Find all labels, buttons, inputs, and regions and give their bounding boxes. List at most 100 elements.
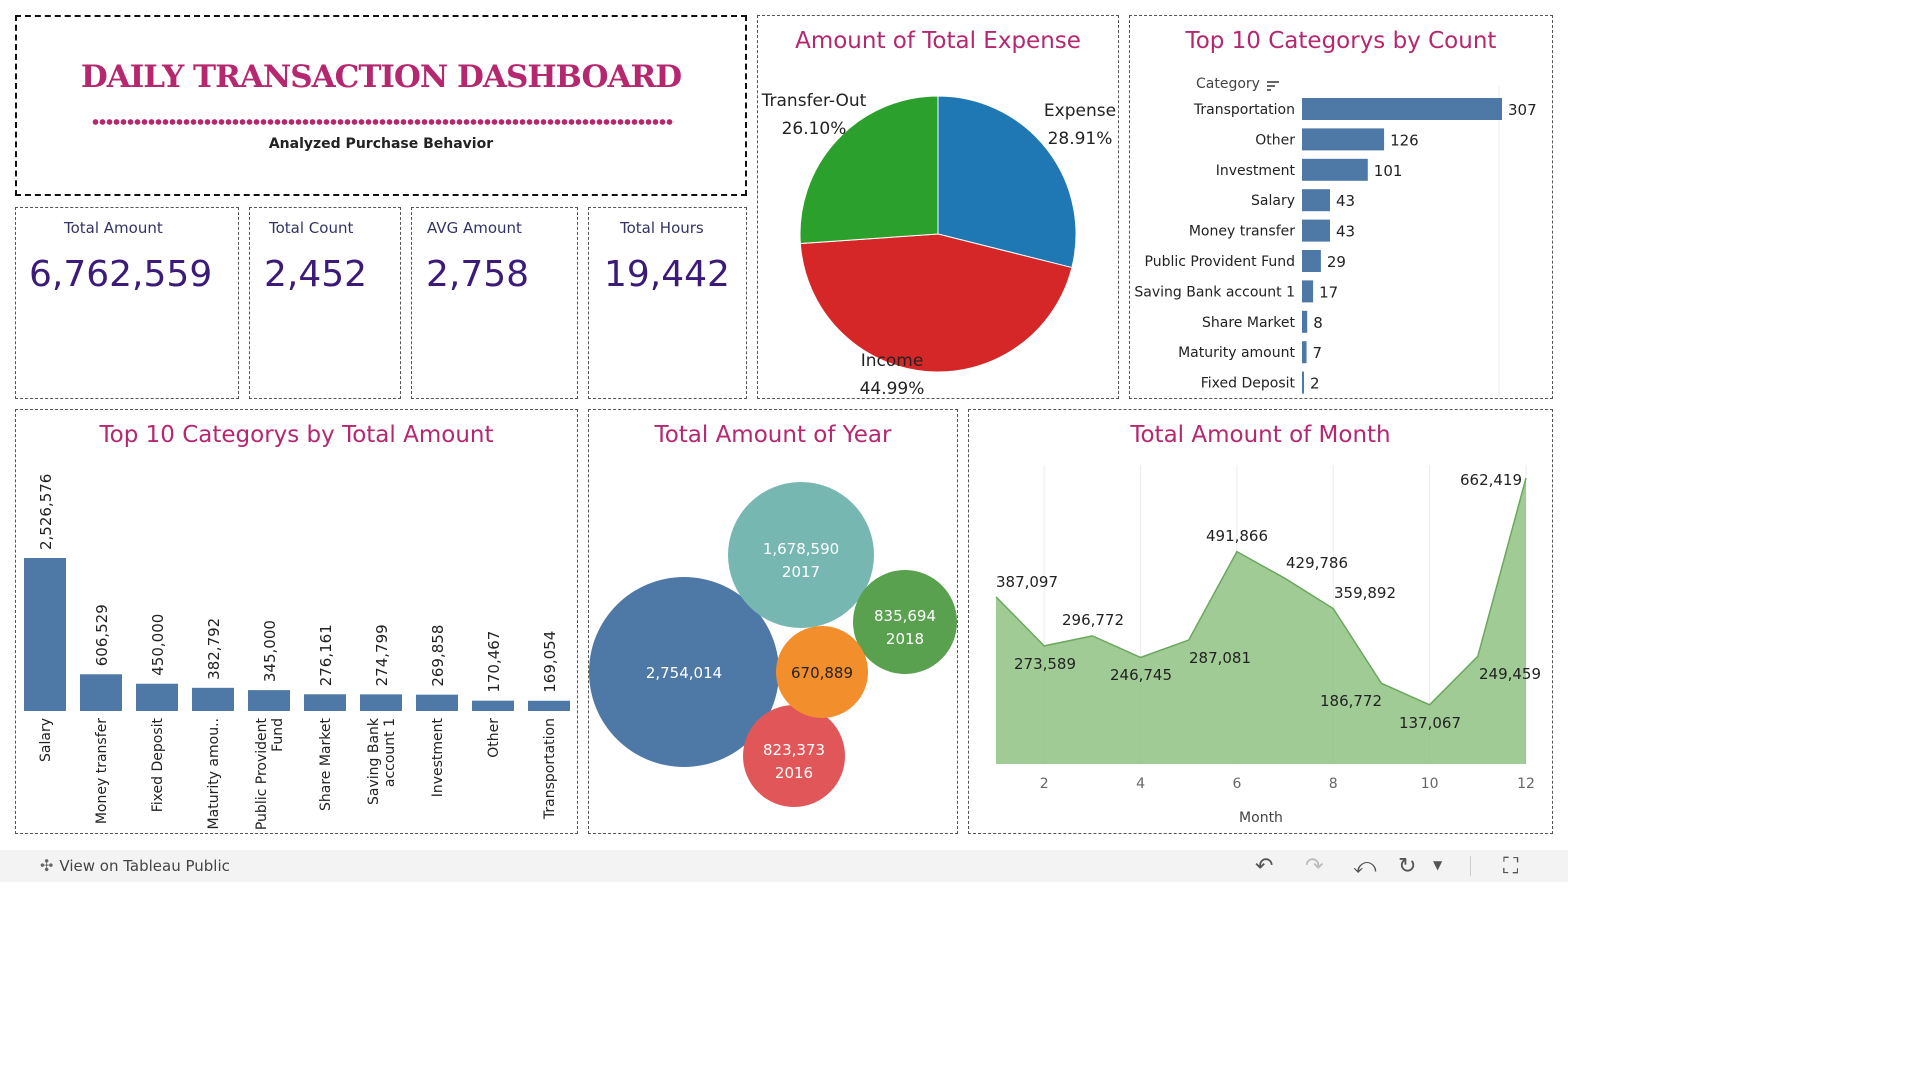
amount-category-label: Saving Bank <box>366 717 382 805</box>
kpi-label: Total Amount <box>64 219 163 237</box>
category-label: Public Provident Fund <box>1145 254 1296 270</box>
amount-bar-value: 382,792 <box>205 618 223 680</box>
chevron-down-icon[interactable]: ▼ <box>1433 858 1442 872</box>
amount-bar-value: 276,161 <box>317 624 335 686</box>
kpi-label: AVG Amount <box>427 219 522 237</box>
count-bar-value: 101 <box>1374 162 1403 180</box>
amount-bar <box>472 700 514 711</box>
amount-bar <box>192 687 234 711</box>
amount-category-label: Investment <box>430 717 446 797</box>
amount-bar-value: 606,529 <box>93 604 111 666</box>
amount-bar-chart: 2,526,576 Salary 606,529 Money transfer 450,… <box>24 474 570 831</box>
tableau-logo-icon: ✣ <box>40 856 54 875</box>
pie-slice-percent: 44.99% <box>860 379 925 398</box>
amount-category-label: Maturity amou.. <box>206 718 222 829</box>
pie-slice-label: Transfer-Out <box>761 91 867 111</box>
kpi-total-amount: Total Amount 6,762,559 <box>15 207 239 399</box>
year-bubble-year: 2017 <box>782 563 820 581</box>
count-bar <box>1302 341 1307 364</box>
count-panel: Top 10 Categorys by Count Category Trans… <box>1129 15 1553 399</box>
kpi-label: Total Hours <box>620 219 704 237</box>
x-tick-label: 12 <box>1517 776 1535 792</box>
year-bubble-value: 835,694 <box>874 607 936 625</box>
category-label: Share Market <box>1202 315 1295 331</box>
amount-bar-value: 170,467 <box>485 631 503 693</box>
month-panel: Total Amount of Month 2 4 6 8 10 12 Month 387,0… <box>968 409 1553 834</box>
pie-slice-percent: 28.91% <box>1048 129 1113 149</box>
year-bubble-year: 2018 <box>886 630 924 648</box>
redo-icon[interactable]: ↷ <box>1305 854 1323 879</box>
dashboard-title: DAILY TRANSACTION DASHBOARD <box>80 59 682 95</box>
kpi-avg-amount: AVG Amount 2,758 <box>411 207 578 399</box>
count-bar-value: 2 <box>1310 375 1320 393</box>
view-on-tableau-link[interactable]: ✣ View on Tableau Public <box>40 856 230 875</box>
amount-bar <box>528 700 570 711</box>
amount-bar-value: 269,858 <box>429 625 447 687</box>
amount-category-label: Money transfer <box>94 718 110 824</box>
month-value-label: 137,067 <box>1399 714 1461 732</box>
amount-bar-value: 345,000 <box>261 620 279 682</box>
month-value-label: 662,419 <box>1460 471 1522 489</box>
category-label: Maturity amount <box>1178 345 1295 361</box>
fullscreen-icon[interactable]: ⛶ <box>1503 854 1518 879</box>
pie-slice-percent: 26.10% <box>782 119 847 139</box>
count-bar <box>1302 310 1308 333</box>
count-bar-value: 43 <box>1336 223 1355 241</box>
month-value-label: 429,786 <box>1286 554 1348 572</box>
expense-pie-chart: Expense 28.91% Income 44.99% Transfer-Out 26.… <box>761 91 1116 398</box>
kpi-value: 2,758 <box>426 254 530 295</box>
amount-category-label: Fund <box>270 718 286 752</box>
kpi-total-hours: Total Hours 19,442 <box>588 207 747 399</box>
x-tick-label: 10 <box>1421 776 1439 792</box>
year-bubble-value: 670,889 <box>791 664 853 682</box>
amount-category-label: Other <box>486 718 502 758</box>
year-bubble-year: 2016 <box>775 764 813 782</box>
amount-category-label: Public Provident <box>254 718 270 831</box>
category-label: Investment <box>1216 163 1296 179</box>
amount-bar-value: 2,526,576 <box>37 474 55 550</box>
count-bar-value: 126 <box>1390 131 1419 149</box>
month-value-label: 296,772 <box>1062 611 1124 629</box>
year-bubble-value: 1,678,590 <box>763 540 839 558</box>
x-tick-label: 8 <box>1329 776 1338 792</box>
amount-category-label: Share Market <box>318 717 334 810</box>
kpi-total-count: Total Count 2,452 <box>249 207 401 399</box>
pie-slice-label: Expense <box>1044 101 1116 121</box>
amount-bar <box>136 683 178 711</box>
count-bar <box>1302 371 1304 394</box>
amount-bar <box>248 690 290 711</box>
year-bubble-value: 823,373 <box>763 741 825 759</box>
title-dotted-divider <box>92 118 674 126</box>
month-value-label: 273,589 <box>1014 655 1076 673</box>
x-tick-label: 2 <box>1040 776 1049 792</box>
dashboard-subtitle: Analyzed Purchase Behavior <box>268 136 494 152</box>
category-label: Fixed Deposit <box>1201 376 1296 392</box>
amount-bar-value: 274,799 <box>373 624 391 686</box>
month-value-label: 359,892 <box>1334 584 1396 602</box>
amount-bar <box>24 558 66 711</box>
year-bubble-value: 2,754,014 <box>646 664 722 682</box>
amount-category-label: Transportation <box>542 718 558 820</box>
kpi-label: Total Count <box>269 219 354 237</box>
category-label: Transportation <box>1193 102 1295 118</box>
month-area-chart: 2 4 6 8 10 12 Month 387,097 273,589 296,772 246,74… <box>995 465 1541 826</box>
refresh-icon[interactable]: ↻ <box>1398 854 1416 879</box>
category-label: Other <box>1255 132 1295 148</box>
pie-slice-label: Income <box>861 351 924 371</box>
count-bar-value: 7 <box>1313 344 1323 362</box>
undo-icon[interactable]: ↶ <box>1255 854 1273 879</box>
amount-bar <box>416 694 458 711</box>
amount-panel: Top 10 Categorys by Total Amount 2,526,5… <box>15 409 578 834</box>
tableau-toolbar: ✣ View on Tableau Public ↶ ↷ ⤺ ↻ ▼ ⛶ <box>0 850 1568 882</box>
category-label: Salary <box>1251 193 1295 209</box>
revert-icon[interactable]: ⤺ <box>1353 854 1377 879</box>
pie-panel: Amount of Total Expense Expense 28.91% Inc… <box>757 15 1119 399</box>
count-bar-value: 29 <box>1327 253 1346 271</box>
toolbar-divider <box>1470 856 1471 876</box>
amount-bar-value: 450,000 <box>149 614 167 676</box>
view-on-tableau-label: View on Tableau Public <box>59 857 230 875</box>
year-bubble-chart: 2,754,014 1,678,590 2017 835,694 2018 823,373… <box>589 482 957 807</box>
month-value-label: 387,097 <box>996 573 1058 591</box>
category-label: Saving Bank account 1 <box>1134 284 1295 300</box>
amount-category-label: account 1 <box>382 718 398 787</box>
